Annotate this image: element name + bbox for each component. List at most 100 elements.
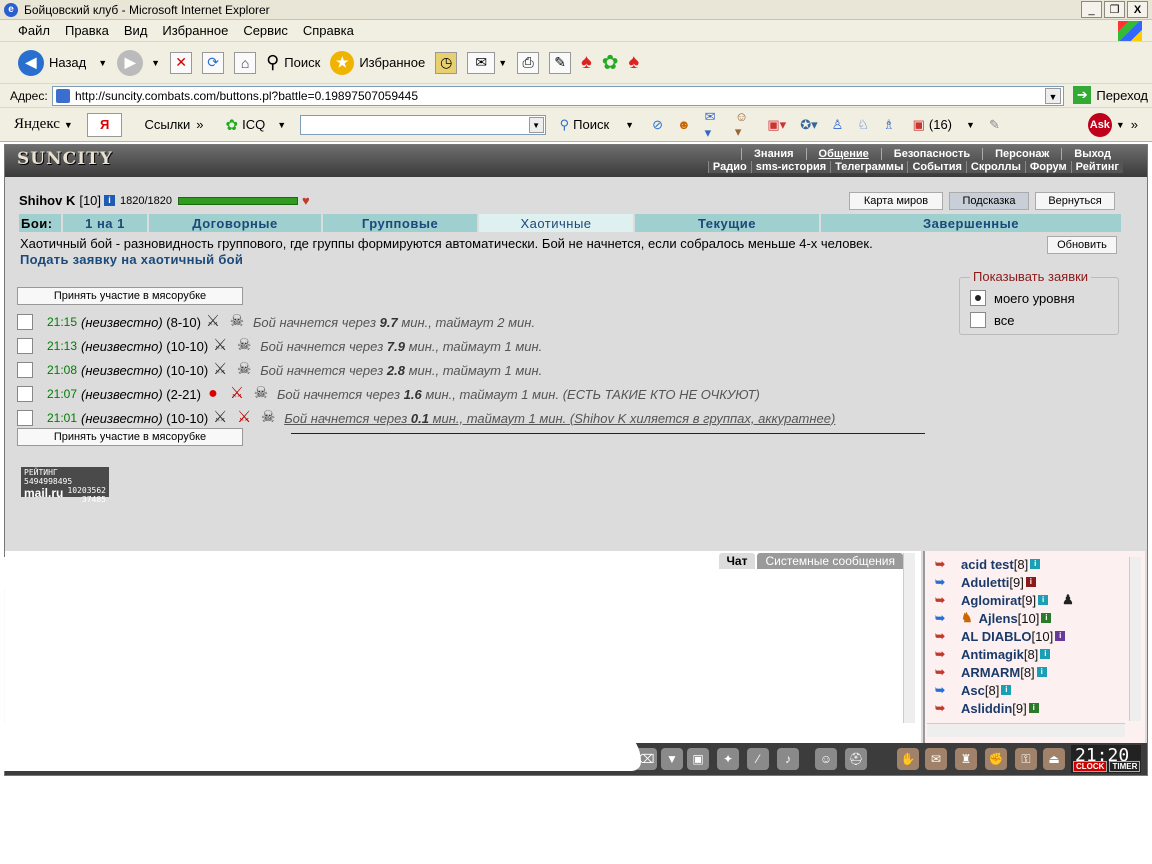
- smile-icon[interactable]: ☺: [815, 748, 837, 770]
- helmet-icon[interactable]: ⛑: [845, 748, 867, 770]
- user-row[interactable]: ➥ Aglomirat [9] i ♟: [927, 591, 1074, 609]
- user-add-icon[interactable]: ♙: [832, 117, 844, 133]
- sound-icon[interactable]: ♪: [777, 748, 799, 770]
- timer-label[interactable]: TIMER: [1109, 761, 1141, 772]
- maximize-button[interactable]: ❐: [1104, 1, 1125, 18]
- private-arrow-icon[interactable]: ➥: [927, 629, 953, 643]
- fighter-icon[interactable]: ✦: [717, 748, 739, 770]
- card-icon[interactable]: ▣▾: [767, 117, 786, 133]
- user-row[interactable]: ➥ ARMARM [8] i: [927, 663, 1047, 681]
- user-row[interactable]: ➥ Asc [8] i: [927, 681, 1012, 699]
- slash-icon[interactable]: ⁄: [747, 748, 769, 770]
- search-button[interactable]: ⚲ Поиск: [266, 52, 320, 73]
- icq-button[interactable]: ✿ ICQ ▼: [226, 116, 287, 134]
- battle-radio[interactable]: [17, 338, 33, 354]
- address-dropdown-icon[interactable]: ▼: [1045, 88, 1061, 104]
- back-button[interactable]: ◀ Назад ▼: [18, 49, 107, 76]
- private-arrow-icon[interactable]: ➥: [927, 647, 953, 661]
- users-scrollbar[interactable]: [1129, 557, 1141, 721]
- fight-icon[interactable]: ✊: [985, 748, 1007, 770]
- nav-knowledge[interactable]: Знания: [741, 147, 805, 160]
- nav-exit[interactable]: Выход: [1061, 147, 1123, 160]
- user-row[interactable]: ➥ ♞ Ajlens [10] i: [927, 609, 1052, 627]
- tab-chaotic[interactable]: Хаотичные: [479, 214, 635, 232]
- yandex-search-button[interactable]: ⚲ Поиск ▼: [560, 117, 634, 133]
- menu-view[interactable]: Вид: [124, 23, 148, 38]
- mail-button[interactable]: ✉ ▼: [467, 51, 507, 74]
- forward-button[interactable]: ▶ ▼: [117, 49, 160, 76]
- info-icon[interactable]: i: [1030, 559, 1041, 569]
- lock-icon[interactable]: ⚿: [1015, 748, 1037, 770]
- info-icon[interactable]: i: [1001, 685, 1012, 695]
- join-button-top[interactable]: Принять участие в мясорубке: [17, 287, 243, 305]
- icq-flower-button[interactable]: ✿: [602, 50, 619, 75]
- user-row[interactable]: ➥ Antimagik [8] i: [927, 645, 1051, 663]
- filter-icon[interactable]: ▼: [661, 748, 683, 770]
- hero-name[interactable]: Shihov K: [19, 193, 75, 208]
- block-icon[interactable]: ⊘: [652, 117, 663, 133]
- world-map-button[interactable]: Карта миров: [849, 192, 943, 210]
- private-arrow-icon[interactable]: ➥: [927, 593, 953, 607]
- ya-button[interactable]: Я: [86, 112, 123, 137]
- menu-favorites[interactable]: Избранное: [162, 23, 228, 38]
- map-icon[interactable]: ✉: [925, 748, 947, 770]
- tab-contract[interactable]: Договорные: [149, 214, 323, 232]
- private-arrow-icon[interactable]: ➥: [927, 701, 953, 715]
- history-button[interactable]: ◷: [435, 51, 458, 74]
- radio-my-level[interactable]: [970, 290, 986, 306]
- users-icon[interactable]: ☺▾: [735, 109, 753, 140]
- ask-button[interactable]: Ask ▼ »: [1087, 112, 1138, 137]
- menu-tools[interactable]: Сервис: [243, 23, 288, 38]
- poker-button[interactable]: ♠: [629, 51, 640, 74]
- favorites-button[interactable]: ★ Избранное: [330, 50, 425, 75]
- tab-system-messages[interactable]: Системные сообщения: [757, 553, 903, 569]
- clock-label[interactable]: CLOCK: [1073, 761, 1108, 772]
- battle-radio[interactable]: [17, 410, 33, 426]
- battle-radio[interactable]: [17, 314, 33, 330]
- menu-edit[interactable]: Правка: [65, 23, 109, 38]
- hint-button[interactable]: Подсказка: [949, 192, 1029, 210]
- nav-rating[interactable]: Рейтинг: [1070, 160, 1123, 173]
- battle-radio[interactable]: [17, 362, 33, 378]
- nav-telegrams[interactable]: Телеграммы: [830, 160, 908, 173]
- print-button[interactable]: ⎙: [517, 51, 540, 74]
- info-icon[interactable]: i: [1025, 577, 1036, 587]
- inventory-icon[interactable]: ♜: [955, 748, 977, 770]
- join-button-bottom[interactable]: Принять участие в мясорубке: [17, 428, 243, 446]
- menu-file[interactable]: Файл: [18, 23, 50, 38]
- tab-group[interactable]: Групповые: [323, 214, 479, 232]
- private-arrow-icon[interactable]: ➥: [927, 557, 953, 571]
- user-row[interactable]: ➥ AL DIABLO [10] i: [927, 627, 1066, 645]
- links-button[interactable]: Ссылки »: [144, 117, 203, 132]
- radio-all[interactable]: [970, 312, 986, 328]
- nav-character[interactable]: Персонаж: [982, 147, 1061, 160]
- yandex-logo[interactable]: Яндекс ▼: [14, 116, 73, 133]
- filter-all[interactable]: все: [970, 312, 1015, 328]
- filter-my-level[interactable]: моего уровня: [970, 290, 1075, 306]
- close-button[interactable]: X: [1127, 1, 1148, 18]
- go-button[interactable]: ➔ Переход: [1073, 86, 1148, 104]
- minimize-button[interactable]: _: [1081, 1, 1102, 18]
- spades-button[interactable]: ♠: [581, 51, 592, 74]
- pin-icon[interactable]: ✎: [989, 117, 1000, 133]
- private-arrow-icon[interactable]: ➥: [927, 575, 953, 589]
- info-icon[interactable]: i: [1036, 667, 1047, 677]
- private-arrow-icon[interactable]: ➥: [927, 665, 953, 679]
- tab-finished[interactable]: Завершенные: [821, 214, 1123, 232]
- hand-icon[interactable]: ✋: [897, 748, 919, 770]
- yandex-search-input[interactable]: ▼: [300, 114, 546, 135]
- chat-scrollbar[interactable]: [903, 553, 915, 723]
- refresh-button[interactable]: ⟳: [202, 51, 225, 74]
- refresh-list-button[interactable]: Обновить: [1047, 236, 1117, 254]
- info-icon[interactable]: i: [1041, 613, 1052, 623]
- nav-security[interactable]: Безопасность: [880, 147, 982, 160]
- tab-current[interactable]: Текущие: [635, 214, 821, 232]
- info-icon[interactable]: i: [1038, 595, 1049, 605]
- edit-button[interactable]: ✎: [549, 51, 572, 74]
- address-input[interactable]: http://suncity.combats.com/buttons.pl?ba…: [52, 86, 1064, 106]
- stop-button[interactable]: ✕: [170, 51, 193, 74]
- nav-events[interactable]: События: [907, 160, 966, 173]
- nav-communication[interactable]: Общение: [805, 147, 881, 160]
- game-icon[interactable]: ✪▾: [800, 117, 817, 133]
- submit-request-link[interactable]: Подать заявку на хаотичный бой: [20, 252, 243, 267]
